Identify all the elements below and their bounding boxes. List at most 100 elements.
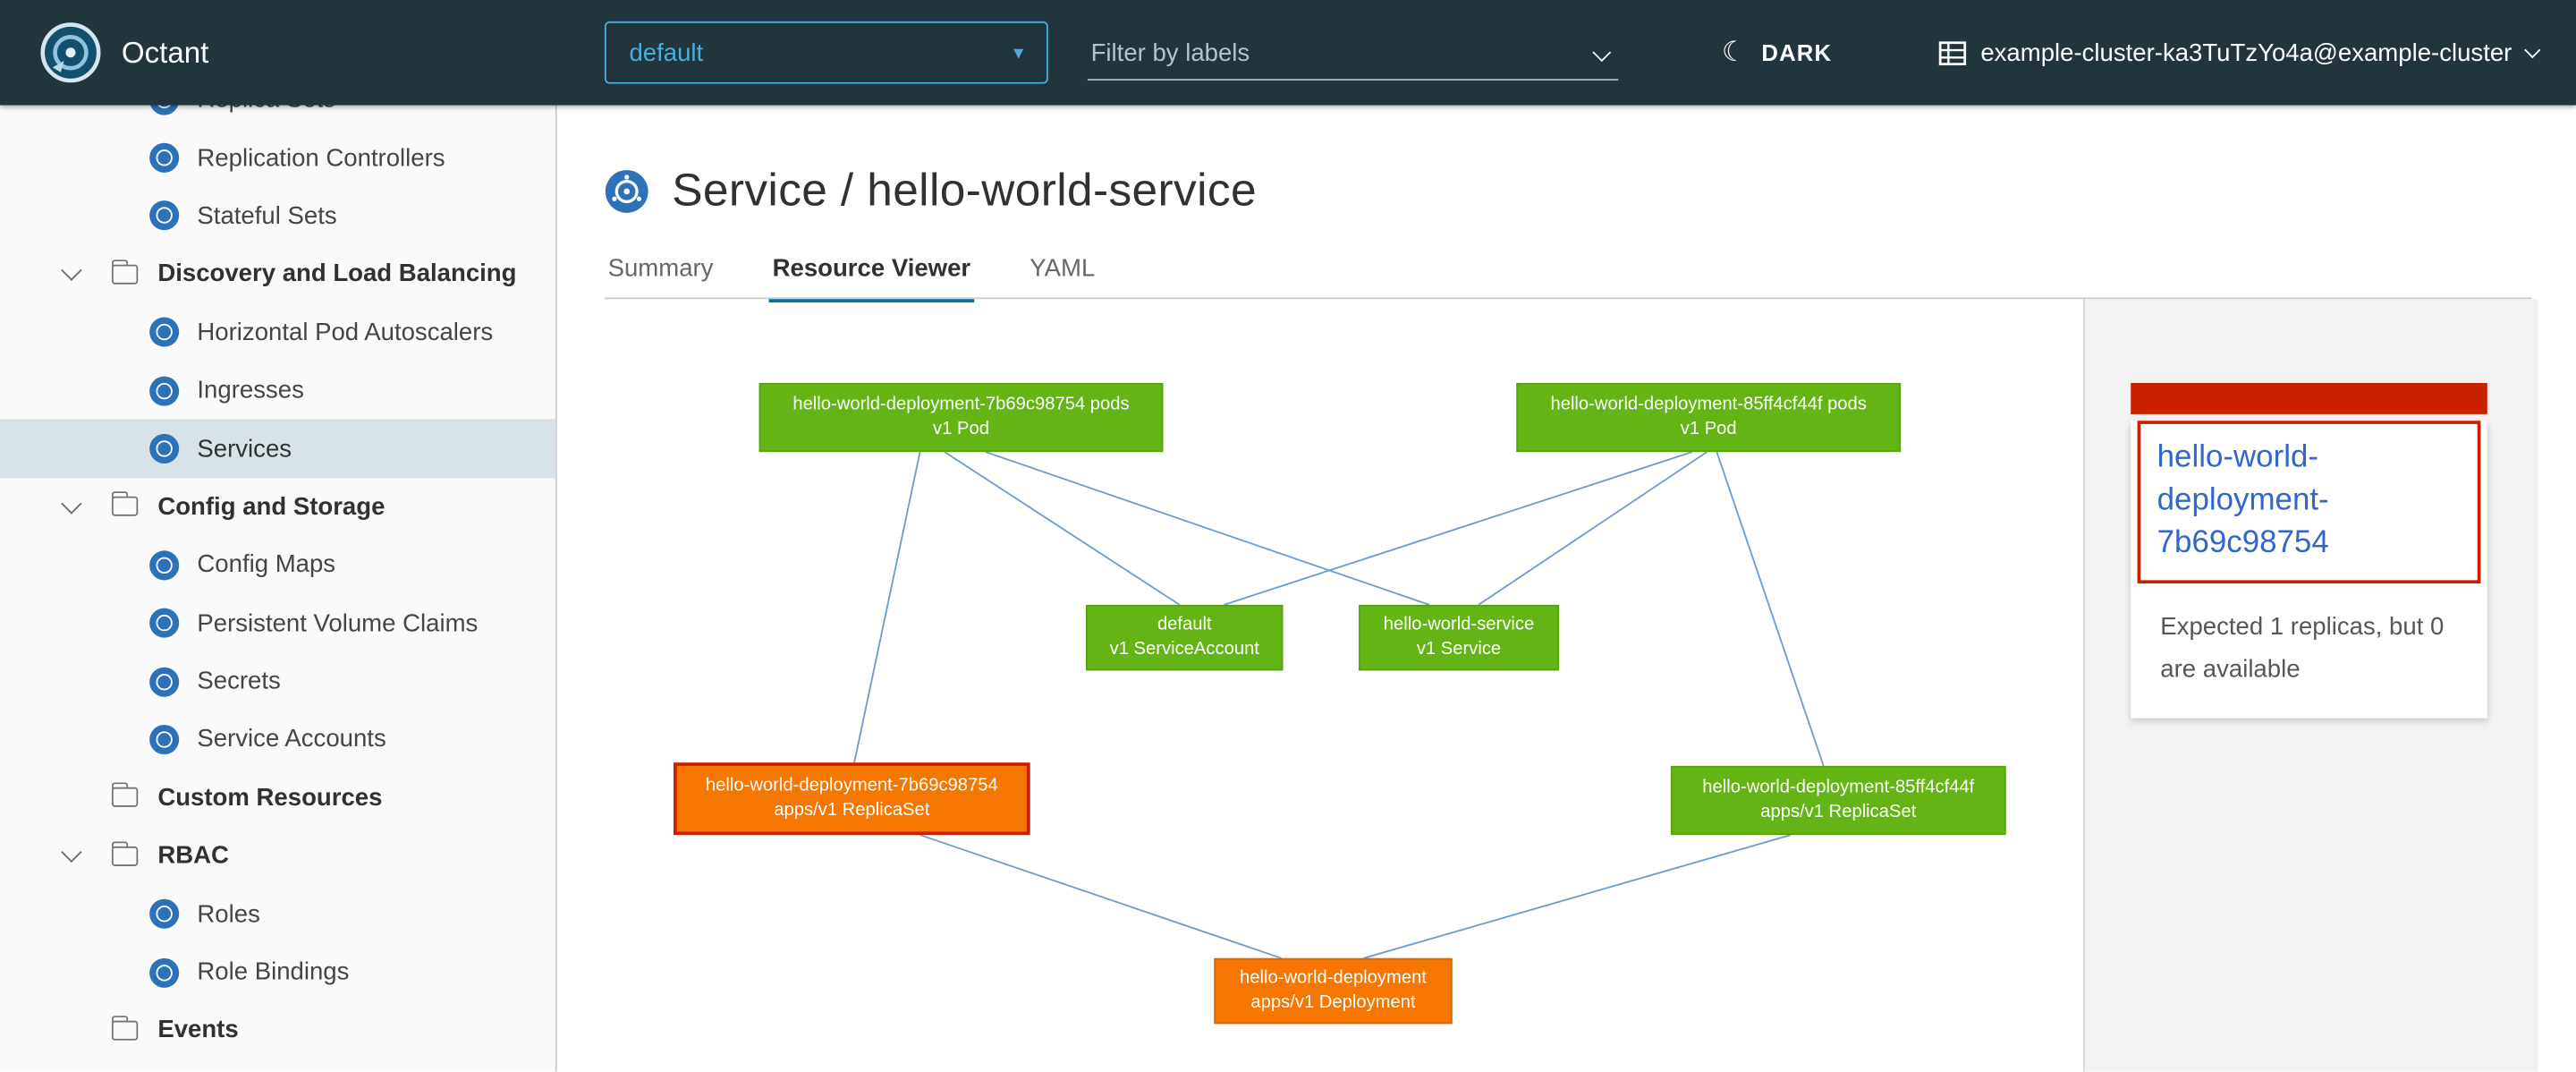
sidebar-item-label: Roles: [197, 900, 259, 928]
theme-toggle-button[interactable]: ☾ DARK: [1722, 0, 1832, 106]
sidebar-item-label: RBAC: [157, 842, 229, 870]
chevron-down-icon[interactable]: [61, 842, 81, 863]
sidebar-item-label: Persistent Volume Claims: [197, 609, 478, 637]
sidebar-item-stateful-sets[interactable]: Stateful Sets: [0, 187, 555, 245]
theme-toggle-label: DARK: [1761, 39, 1832, 65]
folder-icon: [112, 264, 138, 284]
graph-edge: [1716, 452, 1823, 766]
sidebar-item-label: Config Maps: [197, 551, 335, 579]
graph-node-service-hello-world[interactable]: hello-world-servicev1 Service: [1359, 605, 1559, 670]
folder-icon: [112, 1020, 138, 1040]
sidebar-item-ingresses[interactable]: Ingresses: [0, 362, 555, 420]
tab-summary[interactable]: Summary: [605, 247, 716, 302]
graph-node-serviceaccount-default[interactable]: defaultv1 ServiceAccount: [1086, 605, 1283, 670]
graph-node-replicaset-85ff4cf44f[interactable]: hello-world-deployment-85ff4cf44fapps/v1…: [1671, 766, 2006, 835]
node-name: hello-world-service: [1384, 613, 1534, 637]
service-accounts-icon: [149, 725, 179, 754]
services-icon: [149, 434, 179, 464]
selected-node-link[interactable]: hello-world-deployment-7b69c98754: [2157, 438, 2462, 566]
sidebar-item-replication-controllers[interactable]: Replication Controllers: [0, 129, 555, 187]
sidebar-item-services[interactable]: Services: [0, 420, 555, 478]
node-kind: v1 ServiceAccount: [1110, 638, 1259, 662]
graph-edge: [945, 452, 1180, 605]
ingresses-icon: [149, 376, 179, 405]
sidebar-nav: Replica Sets Replication Controllers State…: [0, 106, 557, 1072]
replica-status-message: Expected 1 replicas, but 0 are available: [2131, 590, 2487, 693]
sidebar-item-label: Service Accounts: [197, 726, 386, 753]
graph-edge: [1224, 452, 1691, 605]
folder-icon: [112, 846, 138, 865]
chevron-slot: [64, 270, 80, 278]
sidebar-item-persistent-volume-claims[interactable]: Persistent Volume Claims: [0, 594, 555, 652]
card-status-strip: [2131, 383, 2487, 414]
sidebar-item-rbac[interactable]: RBAC: [0, 827, 555, 885]
chevron-down-icon[interactable]: [61, 260, 81, 281]
resource-viewer-body: hello-world-deployment-7b69c98754 podsv1…: [557, 299, 2538, 1071]
graph-node-deployment-hello-world[interactable]: hello-world-deploymentapps/v1 Deployment: [1214, 958, 1452, 1024]
replication-controllers-icon: [149, 143, 179, 173]
label-filter[interactable]: [1088, 25, 1618, 81]
sidebar-item-label: Secrets: [197, 668, 280, 695]
roles-icon: [149, 899, 179, 929]
node-name: hello-world-deployment-85ff4cf44f pods: [1550, 393, 1866, 417]
chevron-down-icon: [2524, 42, 2540, 58]
sidebar-item-label: Replica Sets: [197, 106, 335, 115]
sidebar-item-roles[interactable]: Roles: [0, 885, 555, 943]
sidebar-item-config-maps[interactable]: Config Maps: [0, 536, 555, 594]
octant-logo-area: Octant: [39, 0, 208, 106]
label-filter-input[interactable]: [1088, 39, 1596, 79]
sidebar-item-label: Services: [197, 435, 292, 463]
sidebar-item-label: Horizontal Pod Autoscalers: [197, 319, 493, 346]
folder-icon: [112, 787, 138, 807]
node-kind: apps/v1 ReplicaSet: [774, 799, 929, 823]
sidebar-item-custom-resources[interactable]: Custom Resources: [0, 769, 555, 827]
sidebar-item-label: Config and Storage: [157, 493, 385, 521]
node-name: hello-world-deployment-7b69c98754: [706, 774, 998, 798]
card-title-box: hello-world-deployment-7b69c98754: [2138, 421, 2481, 583]
tab-resource-viewer[interactable]: Resource Viewer: [769, 247, 974, 302]
stateful-sets-icon: [149, 201, 179, 231]
sidebar-item-events[interactable]: Events: [0, 1001, 555, 1059]
sidebar-item-service-accounts[interactable]: Service Accounts: [0, 710, 555, 769]
tab-yaml[interactable]: YAML: [1027, 247, 1098, 302]
chevron-down-icon[interactable]: [61, 493, 81, 514]
graph-edge: [986, 452, 1429, 605]
sidebar-item-label: Discovery and Load Balancing: [157, 260, 516, 288]
cluster-context-selector[interactable]: example-cluster-ka3TuTzYo4a@example-clus…: [1938, 0, 2538, 106]
sidebar-item-secrets[interactable]: Secrets: [0, 652, 555, 710]
folder-icon: [112, 497, 138, 516]
app-header: Octant default ▾ ☾ DARK example-cluster-…: [0, 0, 2576, 106]
sidebar-item-label: Events: [157, 1017, 238, 1044]
graph-edge: [854, 452, 919, 762]
namespace-select[interactable]: default ▾: [605, 21, 1048, 84]
sidebar-item-replica-sets[interactable]: Replica Sets: [0, 106, 555, 129]
node-name: default: [1157, 613, 1212, 637]
secrets-icon: [149, 667, 179, 696]
card-body: hello-world-deployment-7b69c98754 Expect…: [2131, 421, 2487, 719]
resource-graph: hello-world-deployment-7b69c98754 podsv1…: [557, 299, 2083, 1071]
sidebar-item-horizontal-pod-autoscalers[interactable]: Horizontal Pod Autoscalers: [0, 303, 555, 362]
graph-node-replicaset-7b69c98754[interactable]: hello-world-deployment-7b69c98754apps/v1…: [674, 762, 1030, 835]
chevron-down-icon: ▾: [1013, 41, 1023, 64]
node-kind: v1 Pod: [933, 418, 989, 442]
sidebar-item-discovery-and-load-balancing[interactable]: Discovery and Load Balancing: [0, 245, 555, 303]
service-icon: [605, 168, 649, 213]
cluster-icon: [1938, 40, 1966, 65]
graph-edge: [1363, 835, 1791, 958]
selected-node-card: hello-world-deployment-7b69c98754 Expect…: [2131, 383, 2487, 719]
config-maps-icon: [149, 550, 179, 580]
app-title: Octant: [122, 35, 208, 70]
chevron-slot: [64, 503, 80, 511]
sidebar-item-label: Replication Controllers: [197, 144, 445, 172]
page-title-text: Service / hello-world-service: [672, 165, 1257, 217]
sidebar-item-config-and-storage[interactable]: Config and Storage: [0, 478, 555, 536]
sidebar-list: Replica Sets Replication Controllers State…: [0, 106, 555, 1059]
sidebar-item-label: Custom Resources: [157, 784, 382, 812]
graph-node-pod-7b69c98754[interactable]: hello-world-deployment-7b69c98754 podsv1…: [759, 383, 1164, 452]
graph-node-pod-85ff4cf44f[interactable]: hello-world-deployment-85ff4cf44f podsv1…: [1516, 383, 1901, 452]
page-title: Service / hello-world-service: [605, 165, 1257, 217]
chevron-slot: [64, 852, 80, 860]
cluster-context-label: example-cluster-ka3TuTzYo4a@example-clus…: [1980, 38, 2512, 66]
sidebar-item-role-bindings[interactable]: Role Bindings: [0, 943, 555, 1001]
node-name: hello-world-deployment-85ff4cf44f: [1702, 776, 1974, 800]
